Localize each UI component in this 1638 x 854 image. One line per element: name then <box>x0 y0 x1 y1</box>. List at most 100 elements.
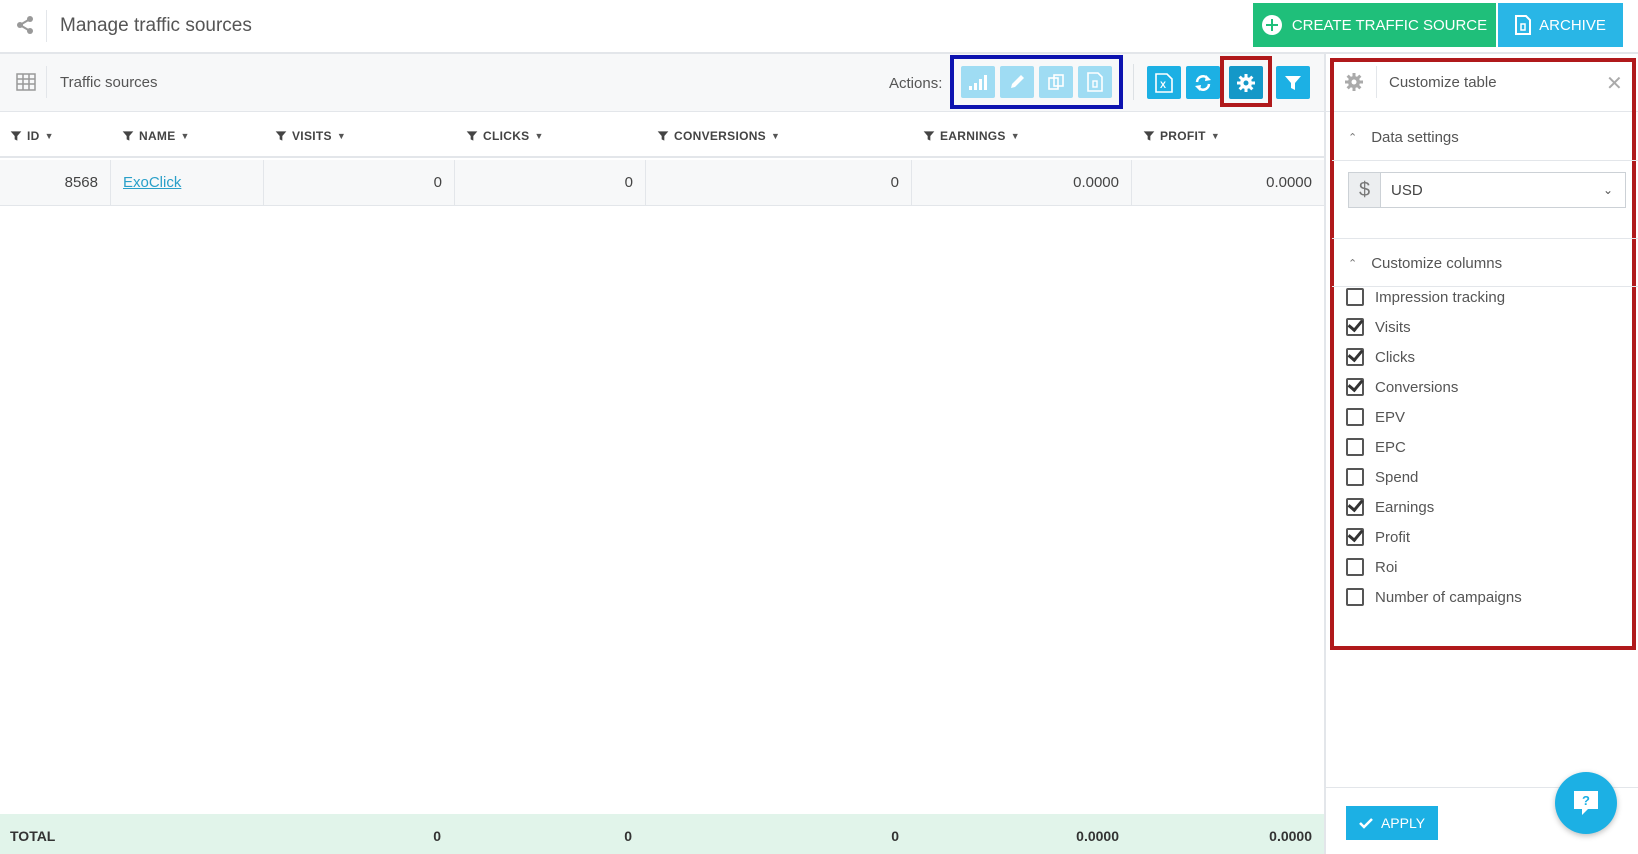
checkbox[interactable] <box>1346 468 1364 486</box>
filter-icon <box>923 131 935 141</box>
column-header-name[interactable]: NAME ▼ <box>122 129 190 143</box>
column-option-spend[interactable]: Spend <box>1346 468 1418 486</box>
apply-button[interactable]: APPLY <box>1346 806 1438 840</box>
filter-icon <box>1285 75 1301 90</box>
create-traffic-source-label: CREATE TRAFFIC SOURCE <box>1291 16 1488 34</box>
svg-text:?: ? <box>1582 793 1590 808</box>
column-option-impression-tracking[interactable]: Impression tracking <box>1346 288 1505 306</box>
column-option-number-of-campaigns[interactable]: Number of campaigns <box>1346 588 1522 606</box>
plus-circle-icon <box>1261 15 1282 35</box>
excel-icon: X <box>1155 72 1173 93</box>
filter-icon <box>466 131 478 141</box>
divider <box>46 66 47 98</box>
checkbox-label: Impression tracking <box>1375 288 1506 306</box>
column-header-earnings[interactable]: EARNINGS ▼ <box>923 129 1020 143</box>
checkbox[interactable] <box>1346 348 1364 366</box>
customize-table-button[interactable] <box>1229 66 1263 99</box>
column-option-profit[interactable]: Profit <box>1346 528 1410 546</box>
filter-icon <box>122 131 134 141</box>
stats-action-button[interactable] <box>961 66 995 98</box>
checkbox[interactable] <box>1346 408 1364 426</box>
cell-visits: 0 <box>264 160 455 205</box>
column-header-conversions[interactable]: CONVERSIONS ▼ <box>657 129 780 143</box>
checkbox-label: EPV <box>1375 408 1406 426</box>
checkbox[interactable] <box>1346 558 1364 576</box>
total-clicks: 0 <box>624 828 632 844</box>
customize-columns-label: Customize columns <box>1371 255 1503 272</box>
column-header-clicks[interactable]: CLICKS ▼ <box>466 129 544 143</box>
column-option-earnings[interactable]: Earnings <box>1346 498 1434 516</box>
column-header-id[interactable]: ID ▼ <box>10 129 54 143</box>
create-traffic-source-button[interactable]: CREATE TRAFFIC SOURCE <box>1253 3 1496 47</box>
cell-clicks: 0 <box>455 160 646 205</box>
refresh-button[interactable] <box>1186 66 1220 99</box>
checkbox[interactable] <box>1346 528 1364 546</box>
caret-down-icon: ▼ <box>770 131 781 141</box>
filter-icon <box>10 131 22 141</box>
chevron-up-icon: ⌃ <box>1348 258 1358 270</box>
column-option-roi[interactable]: Roi <box>1346 558 1398 576</box>
currency-value: USD <box>1391 181 1423 199</box>
table-icon <box>16 73 36 91</box>
cell-id: 8568 <box>0 160 111 205</box>
filter-button[interactable] <box>1276 66 1310 99</box>
checkbox-label: Clicks <box>1375 348 1415 366</box>
apply-label: APPLY <box>1380 815 1426 831</box>
checkbox-label: EPC <box>1375 438 1406 456</box>
archive-action-button[interactable] <box>1078 66 1112 98</box>
cell-earnings: 0.0000 <box>912 160 1132 205</box>
export-excel-button[interactable]: X <box>1147 66 1181 99</box>
column-option-visits[interactable]: Visits <box>1346 318 1411 336</box>
edit-action-button[interactable] <box>1000 66 1034 98</box>
refresh-icon <box>1195 74 1211 91</box>
divider <box>1332 286 1638 287</box>
customize-columns-section-toggle[interactable]: ⌃ Customize columns <box>1348 255 1502 272</box>
help-chat-icon: ? <box>1574 791 1598 815</box>
cell-conversions: 0 <box>646 160 912 205</box>
column-option-epc[interactable]: EPC <box>1346 438 1406 456</box>
share-icon <box>17 16 33 34</box>
checkbox[interactable] <box>1346 438 1364 456</box>
column-header-label: CONVERSIONS <box>674 129 766 143</box>
caret-down-icon: ▼ <box>1010 131 1020 141</box>
total-earnings: 0.0000 <box>1076 828 1119 844</box>
checkbox-label: Earnings <box>1375 498 1435 516</box>
toolbar-title: Traffic sources <box>60 74 158 91</box>
column-header-visits[interactable]: VISITS ▼ <box>275 129 346 143</box>
top-bar: Manage traffic sources CREATE TRAFFIC SO… <box>0 0 1638 54</box>
column-header-label: NAME <box>139 129 176 143</box>
column-header-label: ID <box>27 129 40 143</box>
chevron-up-icon: ⌃ <box>1348 132 1358 144</box>
divider <box>1133 64 1134 100</box>
filter-icon <box>275 131 287 141</box>
checkbox[interactable] <box>1346 498 1364 516</box>
duplicate-action-button[interactable] <box>1039 66 1073 98</box>
column-option-clicks[interactable]: Clicks <box>1346 348 1415 366</box>
archive-button[interactable]: ARCHIVE <box>1498 3 1623 47</box>
svg-text:X: X <box>1160 80 1166 90</box>
checkbox-label: Spend <box>1375 468 1419 486</box>
totals-row: TOTAL 0 0 0 0.0000 0.0000 <box>0 814 1324 854</box>
currency-select[interactable]: $ USD ⌄ <box>1348 172 1626 208</box>
column-header-profit[interactable]: PROFIT ▼ <box>1143 129 1220 143</box>
cell-profit: 0.0000 <box>1266 174 1312 191</box>
column-option-epv[interactable]: EPV <box>1346 408 1405 426</box>
help-chat-button[interactable]: ? <box>1555 772 1617 834</box>
column-option-conversions[interactable]: Conversions <box>1346 378 1458 396</box>
table-row[interactable]: 8568 ExoClick 0 0 0 0.0000 0.0000 <box>0 160 1324 206</box>
dollar-icon: $ <box>1349 173 1381 207</box>
totals-label: TOTAL <box>10 828 56 844</box>
traffic-source-link[interactable]: ExoClick <box>123 174 181 191</box>
column-header-label: PROFIT <box>1160 129 1206 143</box>
data-settings-section-toggle[interactable]: ⌃ Data settings <box>1348 129 1459 146</box>
checkbox-label: Number of campaigns <box>1375 588 1522 606</box>
checkbox[interactable] <box>1346 288 1364 306</box>
table-toolbar: Traffic sources Actions: X <box>0 54 1324 112</box>
data-settings-label: Data settings <box>1371 129 1459 146</box>
checkbox[interactable] <box>1346 378 1364 396</box>
caret-down-icon: ▼ <box>336 131 347 141</box>
divider <box>46 10 47 42</box>
checkbox[interactable] <box>1346 588 1364 606</box>
duplicate-icon <box>1048 74 1064 90</box>
checkbox[interactable] <box>1346 318 1364 336</box>
